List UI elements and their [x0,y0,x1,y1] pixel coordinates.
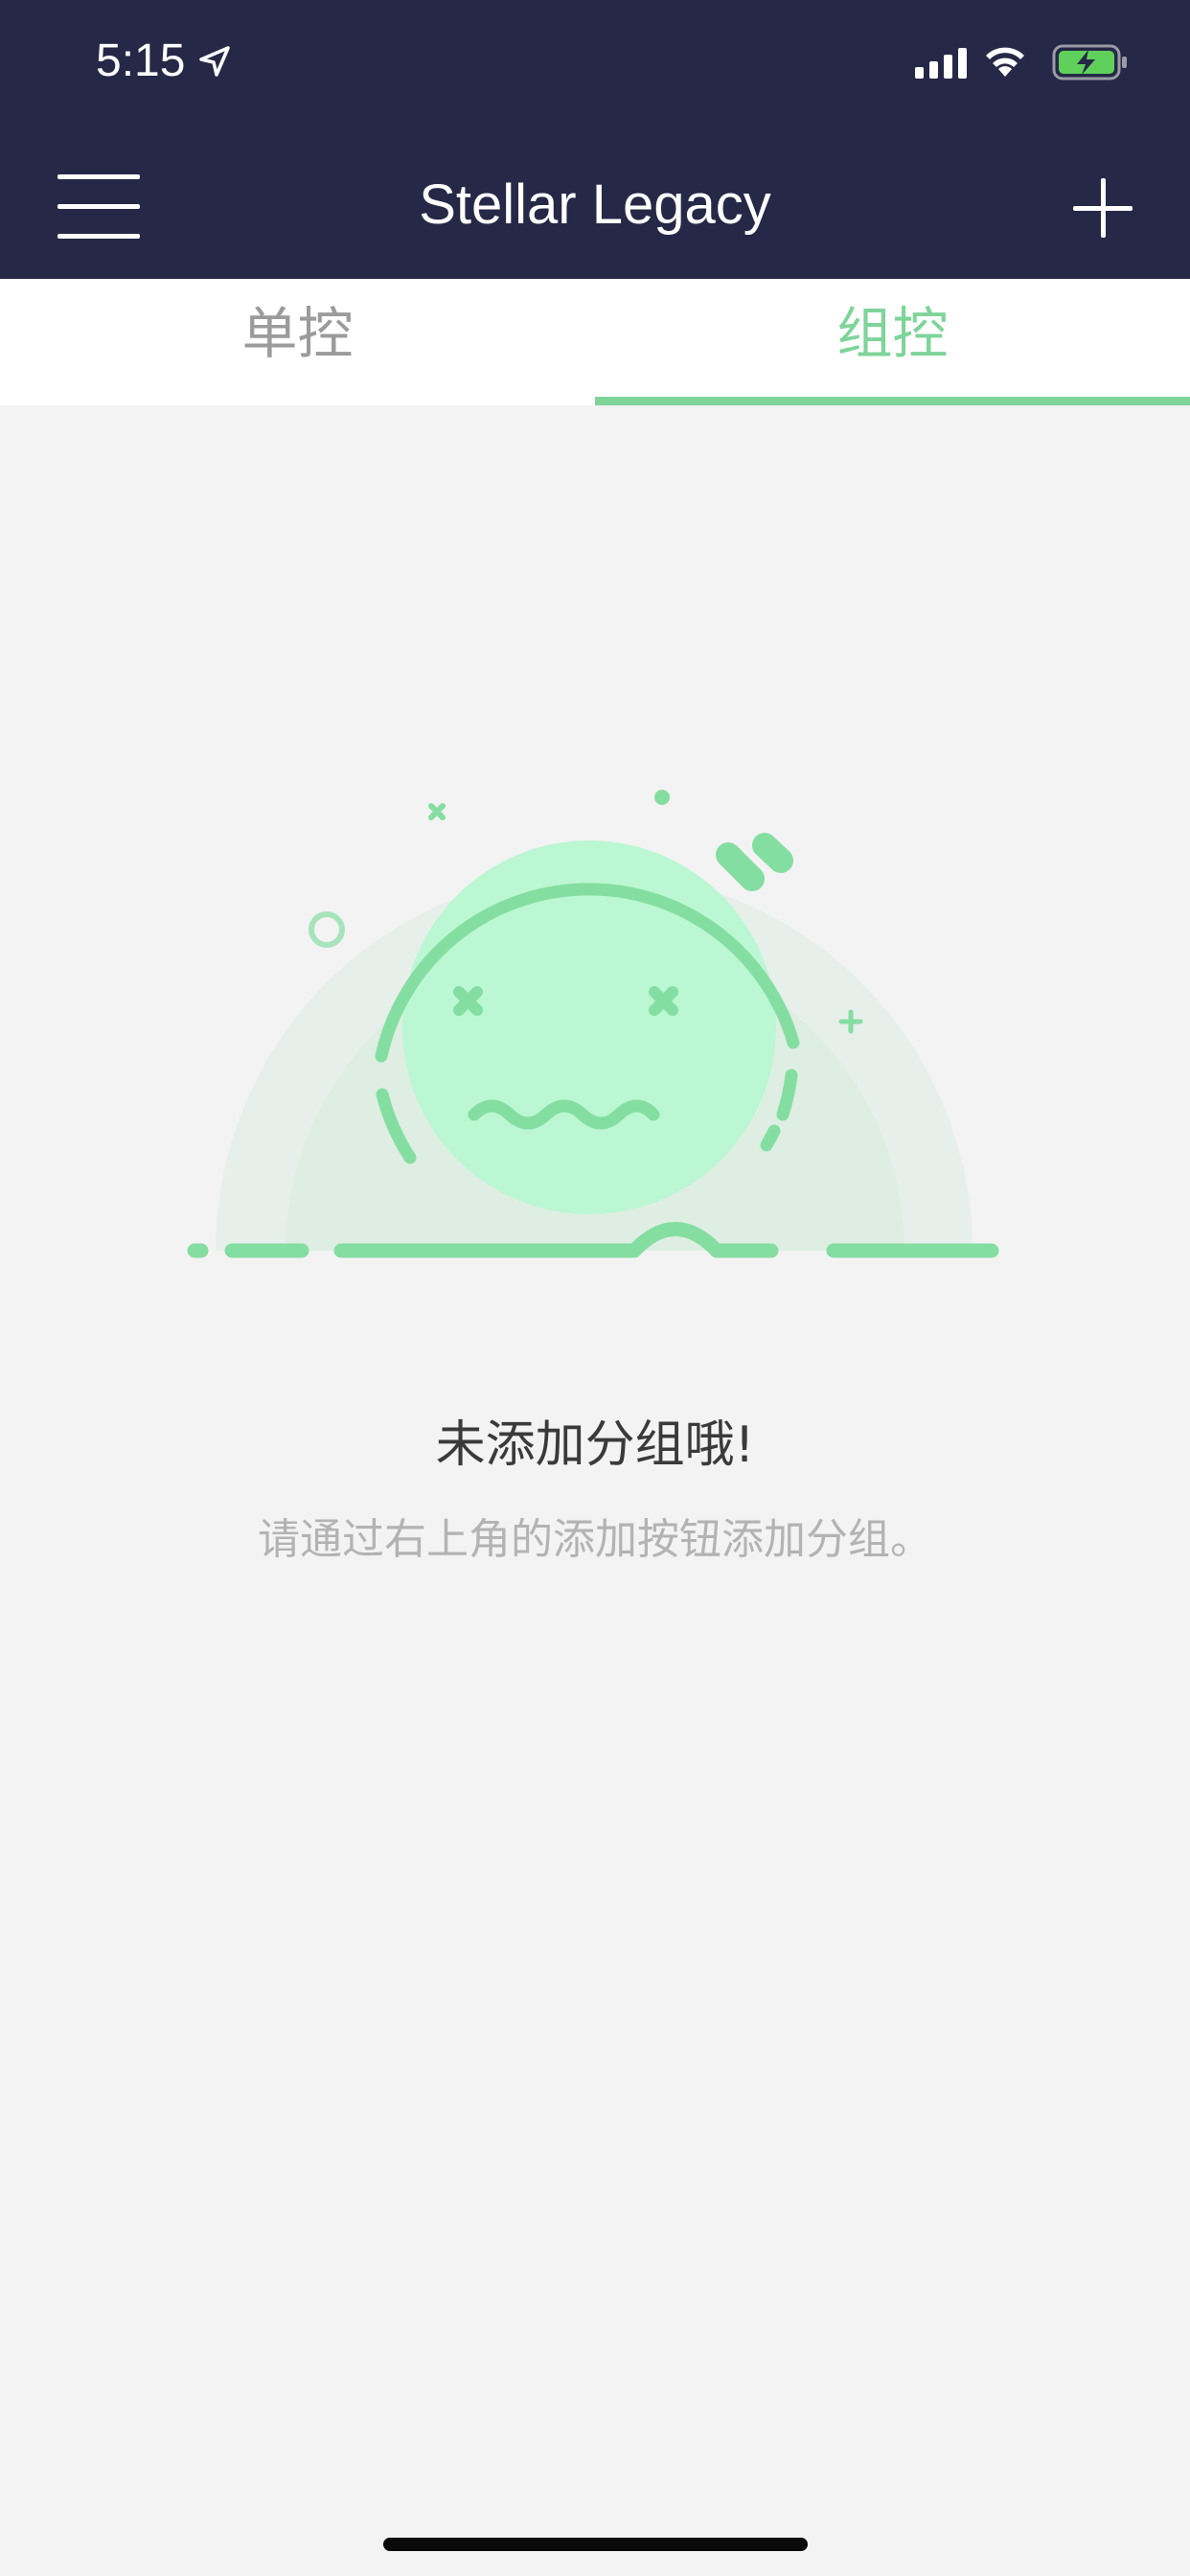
active-tab-indicator [595,397,1190,405]
location-arrow-icon [199,46,230,77]
tab-bar: 单控 组控 [0,279,1190,405]
page-title: Stellar Legacy [419,173,771,236]
signal-icon [915,48,967,79]
status-time: 5:15 [96,35,186,86]
wifi-icon [986,47,1024,77]
tab-single-control[interactable]: 单控 [0,279,595,405]
battery-charging-icon [1052,44,1127,80]
tab-group-control[interactable]: 组控 [595,279,1190,405]
empty-state-description: 请通过右上角的添加按钮添加分组。 [258,1515,932,1564]
home-indicator[interactable] [383,2538,808,2551]
empty-state-title: 未添加分组哦! [435,1416,755,1474]
top-bar: 5:15 Stellar Legacy [0,0,1190,279]
dizzy-face-icon [187,790,999,1258]
add-icon[interactable] [1073,178,1133,238]
